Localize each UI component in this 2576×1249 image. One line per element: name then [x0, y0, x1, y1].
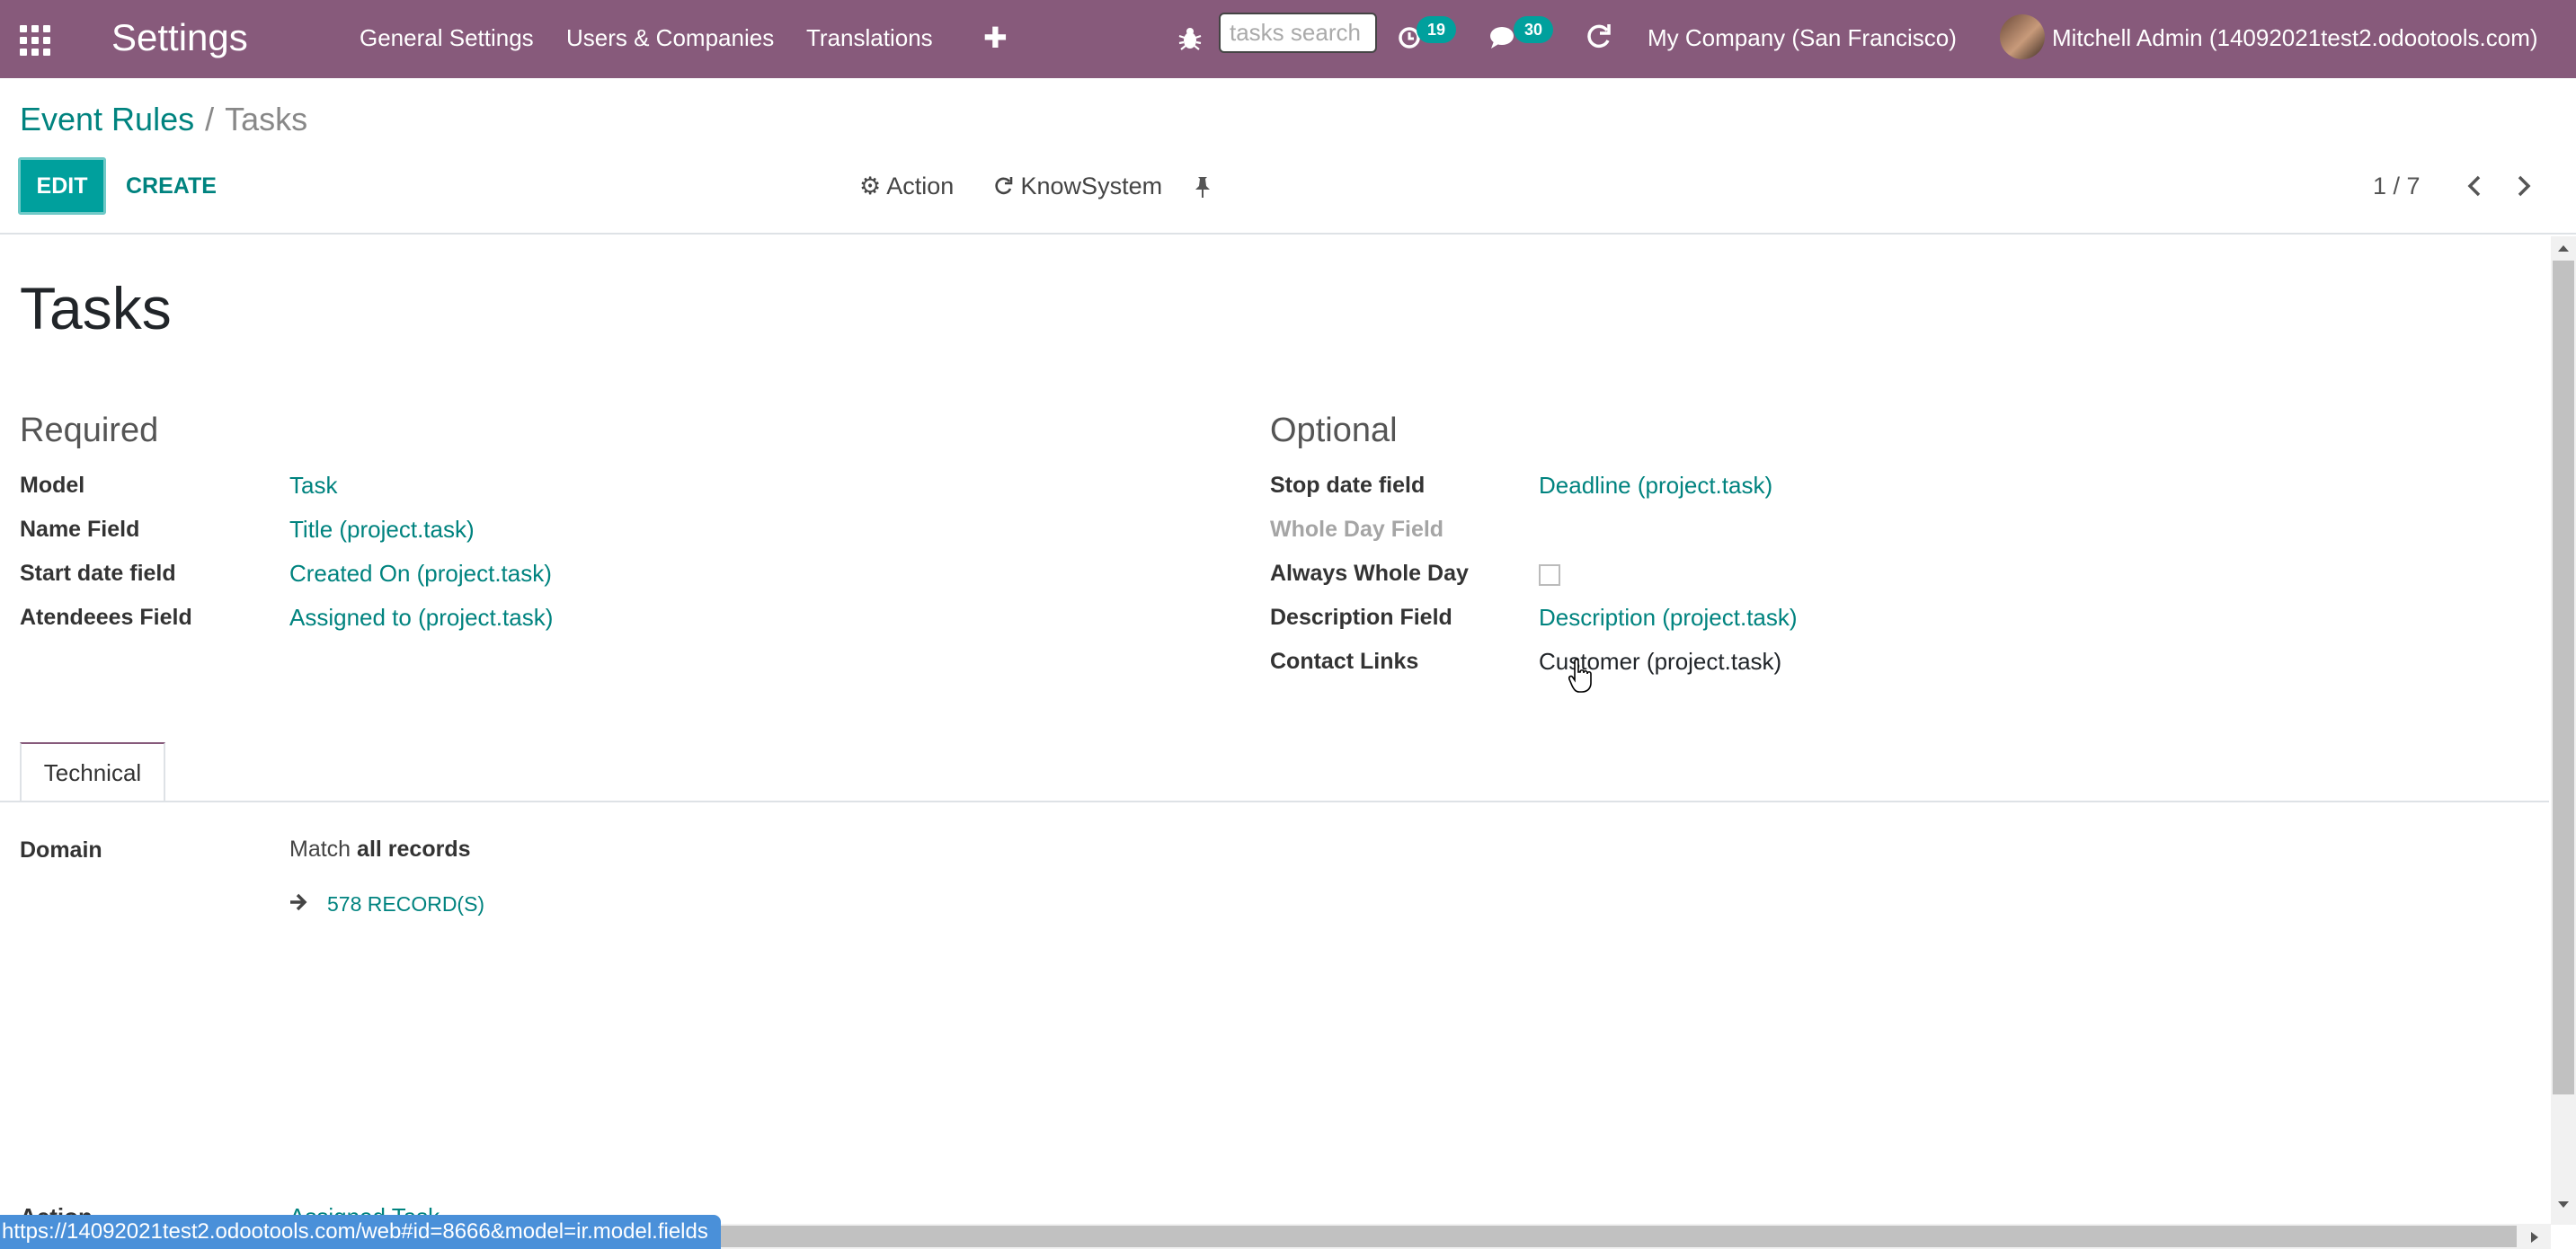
tab-technical[interactable]: Technical — [20, 742, 165, 802]
vertical-scrollbar-thumb[interactable] — [2553, 261, 2574, 1094]
action-label: Action — [886, 173, 955, 199]
bug-icon[interactable] — [1177, 25, 1203, 52]
activity-badge: 19 — [1417, 16, 1457, 43]
record-title: Tasks — [20, 275, 172, 341]
messages-badge: 30 — [1514, 16, 1554, 43]
action-menu[interactable]: ⚙ Action — [859, 157, 954, 215]
stop-date-field-label: Stop date field — [1270, 473, 1426, 498]
breadcrumb: Event Rules / Tasks — [20, 101, 307, 138]
domain-records-button[interactable]: 578 RECORD(S) — [327, 888, 484, 920]
name-field-label: Name Field — [20, 517, 140, 542]
company-switcher[interactable]: My Company (San Francisco) — [1648, 0, 1957, 75]
start-date-field-label: Start date field — [20, 561, 176, 586]
domain-match-value: all records — [357, 837, 471, 862]
control-panel-divider — [0, 233, 2576, 235]
pager-value[interactable]: 1 / 7 — [2373, 157, 2421, 215]
description-field-value[interactable]: Description (project.task) — [1539, 604, 1798, 632]
always-whole-day-label: Always Whole Day — [1270, 561, 1469, 586]
edit-button[interactable]: EDIT — [18, 157, 106, 215]
menu-general-settings[interactable]: General Settings — [360, 0, 534, 75]
attendees-field-value[interactable]: Assigned to (project.task) — [289, 604, 553, 632]
stop-date-field-value[interactable]: Deadline (project.task) — [1539, 472, 1772, 500]
plus-icon[interactable]: ✚ — [983, 0, 1008, 75]
model-value[interactable]: Task — [289, 472, 337, 500]
domain-label: Domain — [20, 837, 102, 863]
tab-divider — [0, 801, 2549, 802]
pin-icon[interactable] — [1194, 175, 1212, 199]
action-field-value[interactable]: Assigned Task — [289, 1202, 440, 1215]
gear-icon: ⚙ — [859, 173, 882, 199]
knowsystem-menu[interactable]: KnowSystem — [992, 157, 1162, 215]
knowsystem-label: KnowSystem — [1020, 173, 1163, 199]
start-date-field-value[interactable]: Created On (project.task) — [289, 560, 552, 588]
optional-group-title: Optional — [1270, 412, 1398, 449]
breadcrumb-parent[interactable]: Event Rules — [20, 101, 194, 137]
menu-translations[interactable]: Translations — [806, 0, 933, 75]
attendees-field-label: Atendeees Field — [20, 605, 192, 630]
avatar[interactable] — [2000, 14, 2045, 59]
main-navbar: Settings General Settings Users & Compan… — [0, 0, 2576, 78]
apps-grid-icon[interactable] — [20, 25, 50, 56]
name-field-value[interactable]: Title (project.task) — [289, 516, 475, 544]
create-button[interactable]: CREATE — [126, 157, 217, 215]
domain-match-prefix: Match — [289, 837, 351, 862]
refresh-icon[interactable] — [1584, 22, 1612, 52]
breadcrumb-separator: / — [205, 101, 215, 137]
arrow-right-icon — [290, 893, 307, 911]
model-label: Model — [20, 473, 85, 498]
contact-links-label: Contact Links — [1270, 649, 1419, 674]
scroll-up-icon[interactable] — [2554, 241, 2572, 255]
action-field-label: Action — [20, 1202, 93, 1215]
scroll-down-icon[interactable] — [2554, 1198, 2572, 1212]
scroll-right-icon[interactable] — [2527, 1229, 2542, 1245]
breadcrumb-current: Tasks — [225, 101, 308, 137]
menu-users-companies[interactable]: Users & Companies — [566, 0, 774, 75]
app-title[interactable]: Settings — [111, 0, 248, 75]
search-input[interactable]: tasks search — [1219, 13, 1377, 53]
user-menu[interactable]: Mitchell Admin (14092021test2.odootools.… — [2052, 0, 2538, 75]
required-group-title: Required — [20, 412, 159, 449]
refresh-icon — [995, 177, 1013, 195]
whole-day-field-label: Whole Day Field — [1270, 517, 1444, 542]
always-whole-day-checkbox[interactable] — [1539, 564, 1560, 586]
chevron-left-icon[interactable] — [2465, 174, 2484, 198]
cursor-hand-icon — [1568, 658, 1592, 693]
description-field-label: Description Field — [1270, 605, 1452, 630]
domain-summary: Match all records — [289, 837, 471, 863]
status-bar-url: https://14092021test2.odootools.com/web#… — [0, 1215, 721, 1249]
chevron-right-icon[interactable] — [2514, 174, 2534, 198]
